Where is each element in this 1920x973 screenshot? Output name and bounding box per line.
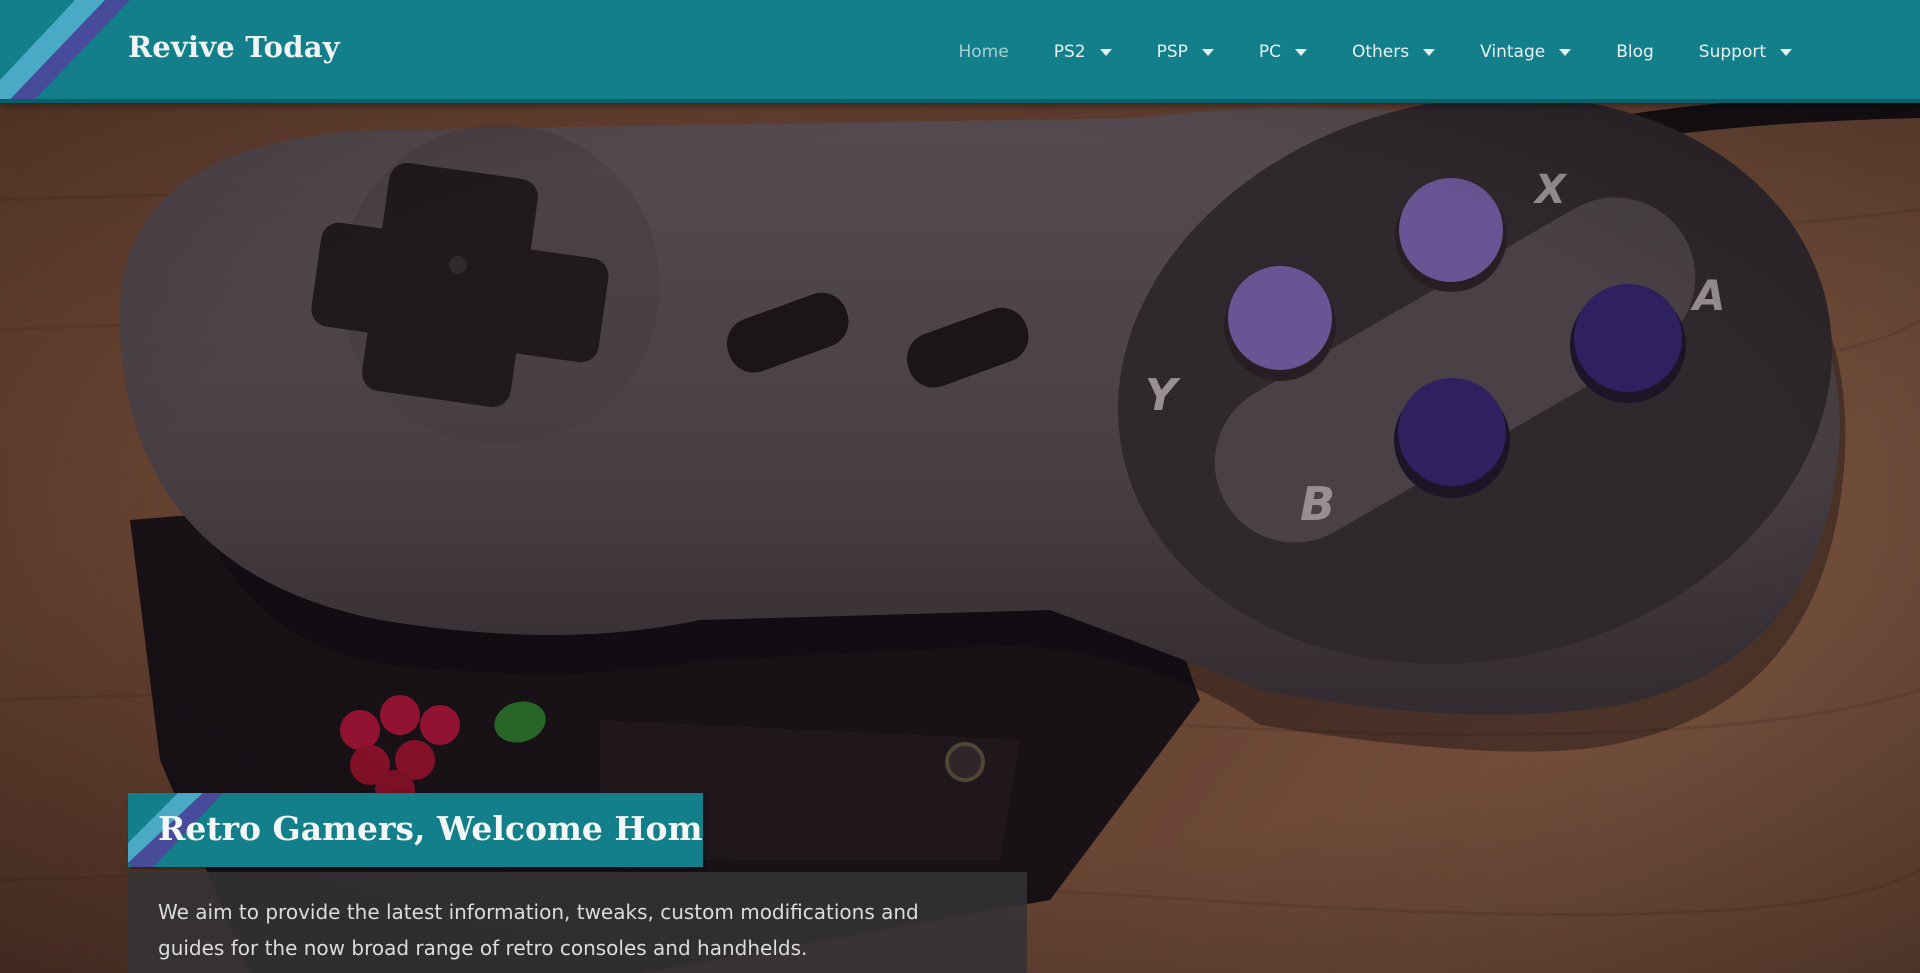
caret-down-icon — [1201, 48, 1214, 56]
header-stripe-decoration — [0, 0, 130, 99]
nav-item-others[interactable]: Others — [1351, 41, 1436, 62]
nav-item-support[interactable]: Support — [1699, 42, 1792, 62]
caret-down-icon — [1099, 48, 1112, 56]
hero-title: Retro Gamers, Welcome Home — [158, 809, 703, 848]
nav-item-ps2[interactable]: PS2 — [1054, 42, 1112, 62]
nav-item-label: Support — [1698, 41, 1766, 62]
nav-item-label: PS2 — [1053, 41, 1086, 62]
nav-item-blog[interactable]: Blog — [1616, 42, 1654, 62]
caret-down-icon — [1559, 48, 1572, 56]
nav-item-label: PSP — [1156, 41, 1188, 62]
site-title[interactable]: Revive Today — [128, 30, 340, 64]
hero-description: We aim to provide the latest information… — [158, 900, 919, 960]
caret-down-icon — [1423, 48, 1436, 56]
nav-item-label: Home — [958, 41, 1009, 62]
nav-item-label: Blog — [1616, 41, 1654, 62]
nav-item-home[interactable]: Home — [959, 42, 1009, 62]
hero-title-box: Retro Gamers, Welcome Home — [128, 793, 703, 867]
nav-item-vintage[interactable]: Vintage — [1480, 41, 1572, 62]
caret-down-icon — [1780, 48, 1792, 56]
main-nav: Home PS2 PSP PC Others Vintage Blog Supp… — [914, 0, 1792, 99]
nav-item-label: Vintage — [1480, 41, 1546, 62]
hero-description-box: We aim to provide the latest information… — [128, 872, 1027, 973]
site-header: Revive Today Home PS2 PSP PC Others Vint… — [0, 0, 1920, 103]
nav-item-pc[interactable]: PC — [1259, 42, 1307, 62]
nav-item-label: PC — [1258, 41, 1281, 62]
caret-down-icon — [1294, 48, 1307, 56]
nav-item-psp[interactable]: PSP — [1157, 42, 1214, 62]
hero-section: X A Y B Retro Gamers, Welcome Home We ai… — [0, 103, 1920, 973]
nav-item-label: Others — [1351, 41, 1410, 62]
